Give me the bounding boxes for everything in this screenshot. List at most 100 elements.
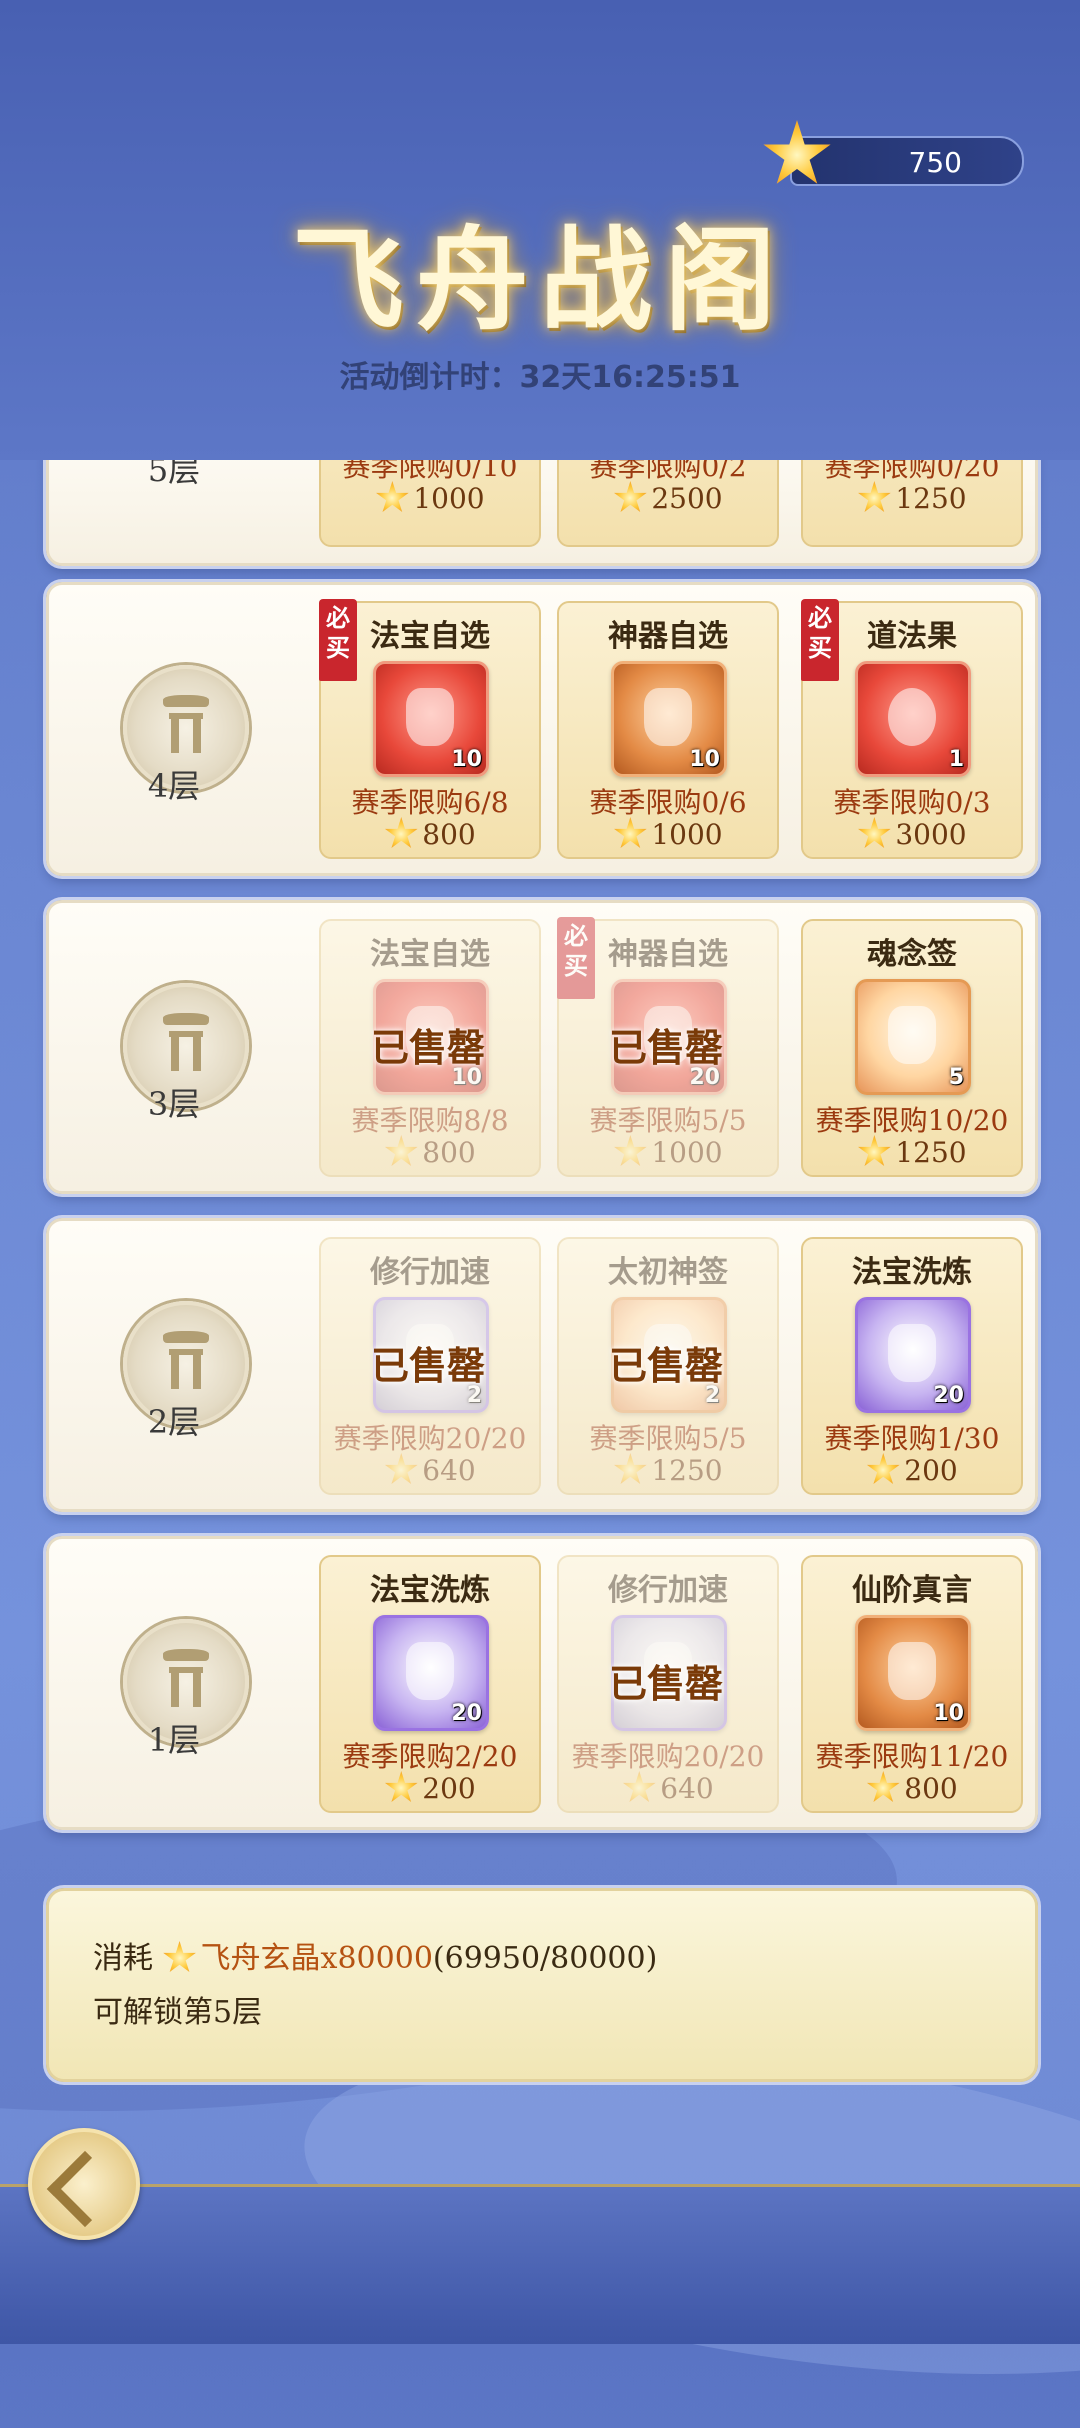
item-price: 1250 — [803, 1135, 1021, 1169]
item-quantity: 10 — [451, 747, 482, 772]
star-currency-icon — [614, 481, 647, 512]
item-quantity: 20 — [933, 1383, 964, 1408]
sold-out-label: 已售罄 — [370, 1343, 485, 1388]
purchase-limit: 赛季限购0/6 — [589, 786, 747, 819]
star-currency-icon — [858, 817, 891, 848]
gate-icon — [163, 695, 209, 753]
item-name: 修行加速 — [608, 1573, 728, 1608]
item-quantity: 1 — [948, 747, 964, 772]
floor-row-4: 4层 必买 法宝自选 10 赛季限购6/8 800 神器自选 10 赛季限购0/… — [46, 582, 1038, 876]
back-arrow-icon — [46, 2150, 124, 2228]
item-price: 800 — [321, 817, 539, 851]
shop-item[interactable]: 太初神签 2 赛季限购5/5 1250 已售罄 — [557, 1237, 779, 1495]
star-currency-icon — [614, 1135, 647, 1166]
purple-crystal-icon: 20 — [855, 1297, 971, 1413]
shop-item[interactable]: 修行加速 赛季限购20/20 640 已售罄 — [557, 1555, 779, 1813]
item-price: 2500 — [559, 481, 777, 515]
purchase-limit: 赛季限购10/20 — [815, 1104, 1009, 1137]
item-name: 神器自选 — [608, 619, 728, 654]
gate-icon — [163, 1331, 209, 1389]
shop-item[interactable]: 法宝洗炼 20 赛季限购1/30 200 — [801, 1237, 1023, 1495]
shop-item[interactable]: 必买 神器自选 20 赛季限购5/5 1000 已售罄 — [557, 917, 779, 1177]
item-quantity: 10 — [933, 1701, 964, 1726]
item-price: 640 — [321, 1453, 539, 1487]
peach-fruit-icon: 1 — [855, 661, 971, 777]
star-currency-icon — [866, 1453, 900, 1484]
shop-item[interactable]: 必买 法宝自选 10 赛季限购6/8 800 — [319, 599, 541, 859]
shop-item[interactable]: 法宝自选 10 赛季限购8/8 800 已售罄 — [319, 919, 541, 1177]
item-name: 神器自选 — [608, 937, 728, 972]
sold-out-label: 已售罄 — [608, 1661, 723, 1706]
unlock-item: 飞舟玄晶x80000 — [200, 1941, 433, 1976]
item-price: 1250 — [559, 1453, 777, 1487]
shop-item[interactable]: 法宝洗炼 20 赛季限购2/20 200 — [319, 1555, 541, 1813]
purchase-limit: 赛季限购6/8 — [351, 786, 509, 819]
shop-item[interactable]: 仙阶真言 10 赛季限购11/20 800 — [801, 1555, 1023, 1813]
star-currency-icon — [858, 1135, 891, 1166]
star-currency-icon — [858, 481, 891, 512]
item-price: 640 — [559, 1771, 777, 1805]
star-currency-icon — [384, 1771, 418, 1802]
red-gift-icon: 10 — [373, 661, 489, 777]
unlock-panel: 消耗 飞舟玄晶x80000(69950/80000) 可解锁第5层 — [46, 1888, 1038, 2082]
page-title: 飞舟战阁 — [292, 215, 788, 346]
item-name: 法宝自选 — [370, 937, 490, 972]
star-currency-icon — [384, 817, 418, 848]
item-price: 800 — [321, 1135, 539, 1169]
purchase-limit: 赛季限购8/8 — [351, 1104, 509, 1137]
item-price: 200 — [321, 1771, 539, 1805]
back-button[interactable] — [28, 2128, 140, 2240]
item-price: 1250 — [803, 481, 1021, 515]
sold-out-label: 已售罄 — [608, 1343, 723, 1388]
floor-label: 3层 — [147, 1085, 201, 1123]
shop-item[interactable]: 神器自选 10 赛季限购0/6 1000 — [557, 601, 779, 859]
floor-label: 2层 — [147, 1403, 201, 1441]
item-price: 1000 — [559, 817, 777, 851]
currency-display[interactable]: 750 — [763, 120, 1024, 186]
item-quantity: 20 — [451, 1701, 482, 1726]
sold-out-label: 已售罄 — [608, 1025, 723, 1070]
star-currency-icon — [614, 1453, 647, 1484]
unlock-cost: 消耗 飞舟玄晶x80000(69950/80000) — [93, 1941, 658, 1976]
star-currency-icon — [866, 1771, 900, 1802]
floor-row-3: 3层 法宝自选 10 赛季限购8/8 800 已售罄 必买 神器自选 20 赛季… — [46, 900, 1038, 1194]
purchase-limit: 赛季限购5/5 — [589, 1422, 747, 1455]
floor-row-2: 2层 修行加速 2 赛季限购20/20 640 已售罄 太初神签 2 赛季限购5… — [46, 1218, 1038, 1512]
unlock-progress: (69950/80000) — [432, 1941, 658, 1976]
item-name: 太初神签 — [608, 1255, 728, 1290]
star-currency-icon — [614, 817, 647, 848]
orange-gift-icon: 10 — [611, 661, 727, 777]
item-name: 魂念签 — [867, 937, 957, 972]
shop-item[interactable]: 必买 道法果 1 赛季限购0/3 3000 — [801, 599, 1023, 859]
item-name: 修行加速 — [370, 1255, 490, 1290]
shop-item[interactable]: 修行加速 2 赛季限购20/20 640 已售罄 — [319, 1237, 541, 1495]
purchase-limit: 赛季限购1/30 — [824, 1422, 1000, 1455]
soul-talisman-icon: 5 — [855, 979, 971, 1095]
star-currency-icon — [384, 1453, 418, 1484]
item-quantity: 5 — [948, 1065, 964, 1090]
item-price: 3000 — [803, 817, 1021, 851]
item-name: 法宝洗炼 — [370, 1573, 490, 1608]
item-price: 1000 — [559, 1135, 777, 1169]
sold-out-label: 已售罄 — [370, 1025, 485, 1070]
currency-value: 750 — [908, 146, 962, 179]
shop-item[interactable]: 魂念签 5 赛季限购10/20 1250 — [801, 919, 1023, 1177]
star-currency-icon — [376, 481, 409, 512]
item-price: 200 — [803, 1453, 1021, 1487]
gate-icon — [163, 1649, 209, 1707]
event-countdown: 活动倒计时：32天16:25:51 — [339, 360, 741, 395]
floor-row-1: 1层 法宝洗炼 20 赛季限购2/20 200 修行加速 赛季限购20/20 6… — [46, 1536, 1038, 1830]
purchase-limit: 赛季限购0/3 — [833, 786, 991, 819]
item-name: 仙阶真言 — [852, 1573, 972, 1608]
purple-crystal-icon: 20 — [373, 1615, 489, 1731]
gate-icon — [163, 1013, 209, 1071]
star-currency-icon — [384, 1135, 418, 1166]
purchase-limit: 赛季限购2/20 — [342, 1740, 518, 1773]
unlock-target: 可解锁第5层 — [93, 1995, 263, 2030]
purchase-limit: 赛季限购5/5 — [589, 1104, 747, 1137]
purchase-limit: 赛季限购20/20 — [571, 1740, 765, 1773]
star-currency-icon — [163, 1941, 196, 1972]
scroll-icon: 10 — [855, 1615, 971, 1731]
purchase-limit: 赛季限购20/20 — [333, 1422, 527, 1455]
item-name: 法宝洗炼 — [852, 1255, 972, 1290]
